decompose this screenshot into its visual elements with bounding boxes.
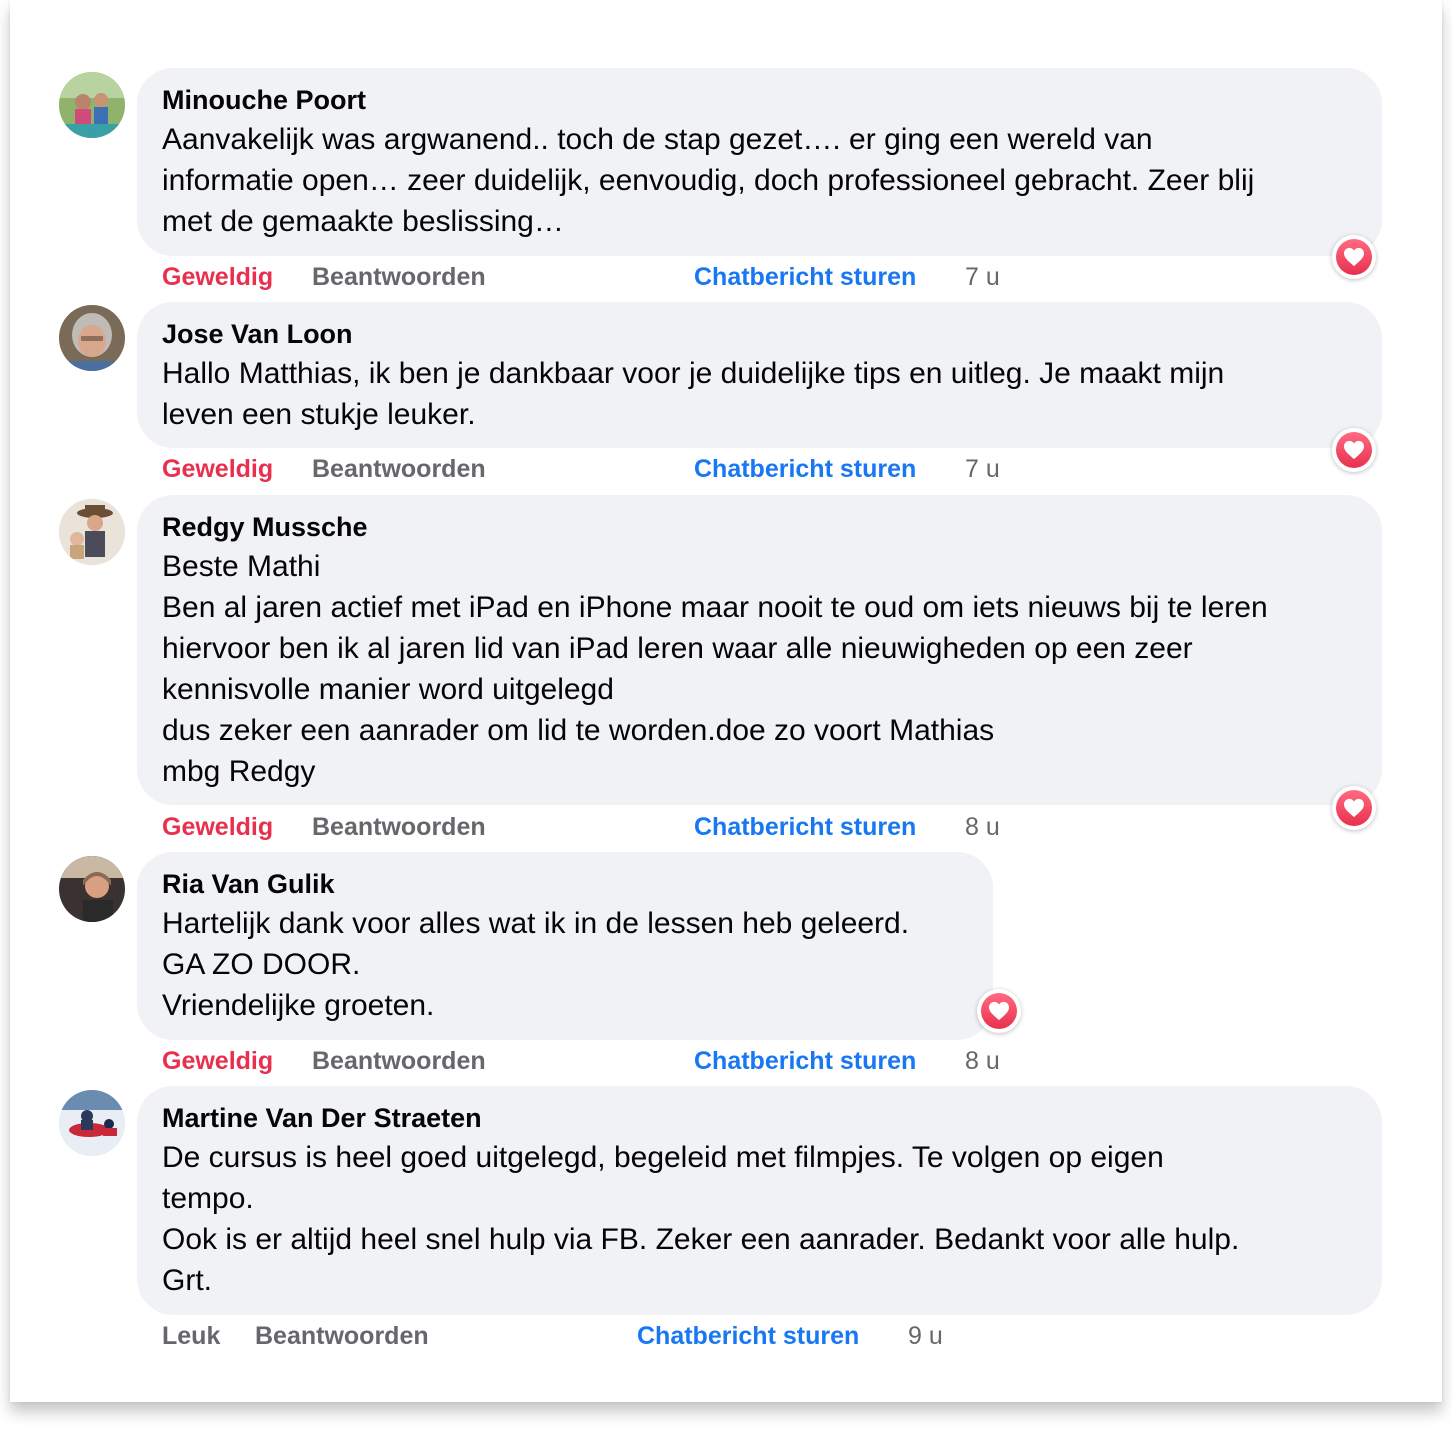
reply-button[interactable]: Beantwoorden [312,1044,486,1078]
comment-text: Aanvakelijk was argwanend.. toch de stap… [162,123,1255,238]
comment-text: De cursus is heel goed uitgelegd, begele… [162,1141,1240,1297]
like-button[interactable]: Leuk [162,1319,220,1353]
avatar[interactable] [59,72,125,138]
comment-actions: Geweldig Beantwoorden Chatbericht sturen… [10,452,1442,486]
comment-actions: Geweldig Beantwoorden Chatbericht sturen… [10,810,1442,844]
comment-actions: Geweldig Beantwoorden Chatbericht sturen… [10,260,1442,294]
comment-text: Hallo Matthias, ik ben je dankbaar voor … [162,357,1225,431]
comment-timestamp[interactable]: 7 u [965,452,1000,486]
comment-bubble: Jose Van Loon Hallo Matthias, ik ben je … [137,302,1382,448]
heart-reaction-badge[interactable] [977,989,1021,1033]
comment-author[interactable]: Minouche Poort [162,84,1358,116]
reaction-button[interactable]: Geweldig [162,452,273,486]
comment-bubble: Ria Van Gulik Hartelijk dank voor alles … [137,852,993,1040]
reply-button[interactable]: Beantwoorden [312,810,486,844]
reply-button[interactable]: Beantwoorden [312,260,486,294]
comment-timestamp[interactable]: 7 u [965,260,1000,294]
comment-actions: Leuk Beantwoorden Chatbericht sturen 9 u [10,1319,1442,1353]
avatar[interactable] [59,856,125,922]
comment-author[interactable]: Martine Van Der Straeten [162,1102,1358,1134]
comment-timestamp[interactable]: 9 u [908,1319,943,1353]
comment-actions: Geweldig Beantwoorden Chatbericht sturen… [10,1044,1442,1078]
avatar[interactable] [59,1090,125,1156]
comment-timestamp[interactable]: 8 u [965,810,1000,844]
comment-bubble: Redgy Mussche Beste Mathi Ben al jaren a… [137,495,1382,805]
send-message-button[interactable]: Chatbericht sturen [694,260,916,294]
comment-timestamp[interactable]: 8 u [965,1044,1000,1078]
reaction-button[interactable]: Geweldig [162,260,273,294]
reaction-button[interactable]: Geweldig [162,1044,273,1078]
comment-author[interactable]: Ria Van Gulik [162,868,969,900]
send-message-button[interactable]: Chatbericht sturen [637,1319,859,1353]
avatar[interactable] [59,499,125,565]
avatar[interactable] [59,305,125,371]
heart-icon [989,1001,1009,1021]
comment-author[interactable]: Redgy Mussche [162,511,1358,543]
comment-author[interactable]: Jose Van Loon [162,318,1358,350]
comment-text: Beste Mathi Ben al jaren actief met iPad… [162,550,1268,788]
send-message-button[interactable]: Chatbericht sturen [694,452,916,486]
reply-button[interactable]: Beantwoorden [312,452,486,486]
reaction-button[interactable]: Geweldig [162,810,273,844]
send-message-button[interactable]: Chatbericht sturen [694,810,916,844]
comment-text: Hartelijk dank voor alles wat ik in de l… [162,907,910,1022]
comment-bubble: Martine Van Der Straeten De cursus is he… [137,1086,1382,1315]
send-message-button[interactable]: Chatbericht sturen [694,1044,916,1078]
reply-button[interactable]: Beantwoorden [255,1319,429,1353]
comments-panel: Minouche Poort Aanvakelijk was argwanend… [10,0,1442,1402]
comment-bubble: Minouche Poort Aanvakelijk was argwanend… [137,68,1382,256]
